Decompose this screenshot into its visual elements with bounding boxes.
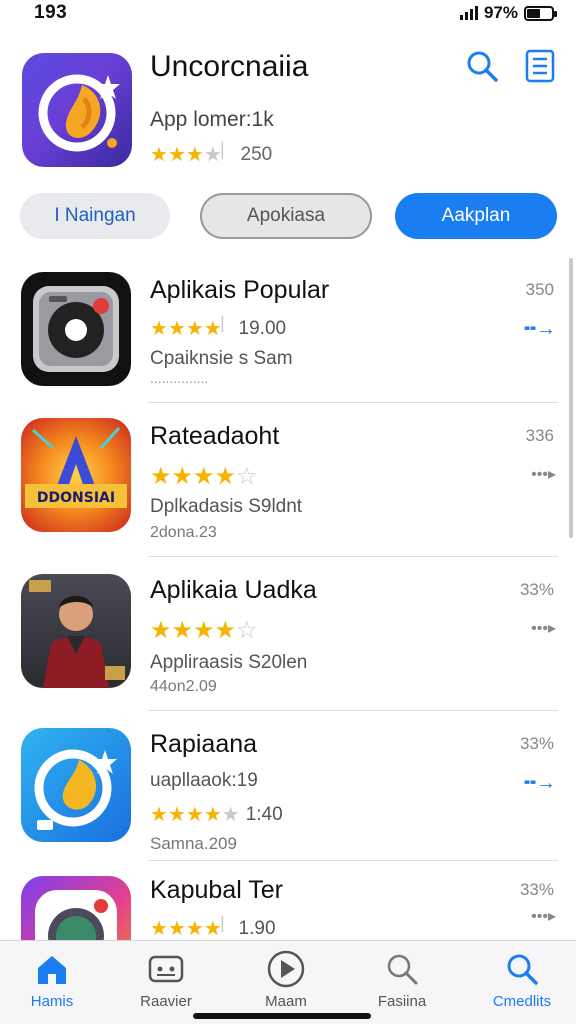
character-app-icon (21, 574, 131, 688)
open-arrow-icon[interactable]: ╍→ (524, 316, 556, 341)
rating-value: 1.90 (238, 917, 276, 939)
app-name: Rapiaana (150, 730, 258, 758)
header-rating: ★ ★ ★ ★ ▏ 250 (150, 142, 272, 167)
app-meta: 2dona.23 (150, 524, 217, 541)
app-name: Rateadaoht (150, 422, 280, 450)
home-indicator[interactable] (193, 1013, 371, 1019)
tab-raavier[interactable]: Raavier (116, 949, 216, 1010)
divider (148, 710, 558, 711)
app-name: Aplikaia Uadka (150, 576, 317, 604)
tab-maam[interactable]: Maam (236, 949, 336, 1010)
rating-stars: ★ ★ ★ ★ ▏ (150, 142, 233, 166)
app-rating: ★ ★ ★ ★ ▏ 19.00 (150, 316, 286, 341)
app-rating: ★ ★ ★ ★ ☆ (150, 462, 258, 491)
rating-value: 1:40 (245, 803, 283, 825)
tab-bar: Hamis Raavier Maam Fasiina Cmedlits (0, 940, 576, 1024)
rating-count: 250 (240, 143, 273, 165)
camera-app-icon (21, 272, 131, 386)
rating-stars: ★ ★ ★ ★ ▏ (150, 316, 233, 340)
app-rating: ★ ★ ★ ★ ★ 1:40 (150, 802, 283, 827)
game-icon (148, 955, 184, 983)
more-chevron-icon[interactable]: •••▸ (531, 906, 556, 926)
status-right: 97% (459, 3, 557, 23)
app-size: 336 (525, 426, 554, 445)
tab-home[interactable]: Hamis (2, 949, 102, 1010)
app-size: 33% (519, 734, 554, 753)
app-meta: Samna.209 (150, 834, 237, 853)
tab-fasiina[interactable]: Fasiina (352, 949, 452, 1010)
tab-label: Cmedlits (492, 993, 552, 1010)
featured-app-icon[interactable] (22, 53, 132, 167)
app-rating: ★ ★ ★ ★ ▏ 1.90 (150, 916, 276, 941)
app-meta: 44on2.09 (150, 678, 217, 695)
search-button[interactable] (462, 46, 502, 86)
status-bar: 193 97% (0, 0, 576, 26)
app-size: 350 (525, 280, 554, 299)
menu-button[interactable] (520, 46, 560, 86)
divider (148, 860, 558, 861)
segment-aakplan[interactable]: Aakplan (395, 193, 557, 239)
rating-stars: ★ ★ ★ ★ ★ (150, 804, 240, 826)
search-icon (387, 954, 418, 985)
app-developer: uapllaaok:19 (150, 770, 258, 791)
tab-label: Raavier (140, 993, 192, 1010)
open-arrow-icon[interactable]: ╍→ (524, 770, 556, 795)
app-size: 33% (519, 880, 554, 899)
app-name: Aplikais Popular (150, 276, 330, 304)
page-title: Uncorcnaiia (150, 50, 309, 83)
signal-icon (459, 6, 478, 20)
tab-label: Fasiina (377, 993, 427, 1010)
game-app-icon: DDONSIAI (21, 418, 131, 532)
tab-label: Maam (265, 993, 307, 1010)
rating-value: 19.00 (238, 317, 287, 339)
app-developer: Appliraasis S20len (150, 652, 308, 673)
divider (148, 402, 558, 403)
more-chevron-icon[interactable]: •••▸ (531, 464, 556, 484)
home-icon (38, 956, 66, 984)
header-subtitle: App lomer:1k (150, 108, 274, 131)
rating-stars: ★ ★ ★ ★ ☆ (150, 463, 258, 490)
app-name: Kapubal Ter (150, 876, 283, 904)
segment-naingan[interactable]: I Naingan (20, 193, 170, 239)
status-time: 193 (34, 2, 68, 23)
play-icon (267, 950, 305, 988)
app-developer: Dplkadasis S9ldnt (150, 496, 303, 517)
scrollbar[interactable] (569, 258, 573, 538)
svg-text:DDONSIAI: DDONSIAI (37, 490, 115, 506)
more-chevron-icon[interactable]: •••▸ (531, 618, 556, 638)
list-icon (525, 49, 555, 83)
app-size: 33% (519, 580, 554, 599)
rating-stars: ★ ★ ★ ★ ☆ (150, 617, 258, 644)
divider (148, 556, 558, 557)
battery-icon (524, 5, 557, 21)
ripana-app-icon (21, 728, 131, 842)
search-icon (467, 51, 498, 82)
app-meta: ............... (150, 370, 209, 386)
app-developer: Cpaiknsie s Sam (150, 348, 293, 369)
tab-label: Hamis (30, 993, 74, 1010)
tab-cmedlits[interactable]: Cmedlits (472, 949, 572, 1010)
app-rating: ★ ★ ★ ★ ☆ (150, 616, 258, 645)
battery-percent: 97% (483, 3, 518, 22)
segment-apokiasa[interactable]: Apokiasa (200, 193, 372, 239)
rating-stars: ★ ★ ★ ★ ▏ (150, 916, 233, 940)
search-icon (507, 954, 538, 985)
